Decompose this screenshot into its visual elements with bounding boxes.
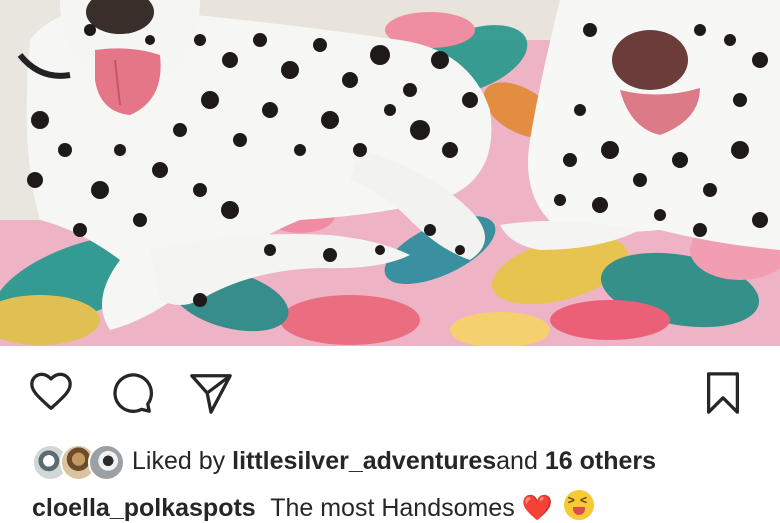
- heart-outline-icon: [30, 372, 72, 410]
- caption-username-link[interactable]: cloella_polkaspots: [32, 494, 256, 522]
- liker-avatars: [32, 442, 125, 481]
- likes-summary[interactable]: Liked by littlesilver_adventures and 16 …: [32, 440, 656, 482]
- liker-username-link[interactable]: littlesilver_adventures: [232, 447, 496, 476]
- caption-text: The most Handsomes: [270, 494, 515, 522]
- post-action-bar: [0, 346, 780, 438]
- post-caption: cloella_polkaspots The most Handsomes ❤️: [32, 490, 594, 523]
- avatar: [88, 444, 125, 481]
- liked-by-label: Liked by: [132, 446, 226, 475]
- comment-bubble-icon: [113, 373, 153, 413]
- save-button[interactable]: [700, 370, 746, 416]
- like-button[interactable]: [28, 370, 74, 416]
- paper-plane-icon: [190, 374, 232, 414]
- bookmark-icon: [706, 372, 740, 414]
- dalmatians-photo-illustration: [0, 0, 780, 346]
- post-photo[interactable]: [0, 0, 780, 346]
- share-button[interactable]: [188, 370, 234, 416]
- red-heart-emoji: ❤️: [521, 493, 553, 522]
- others-count-link[interactable]: 16 others: [545, 447, 656, 476]
- and-label: and: [496, 446, 538, 475]
- comment-button[interactable]: [108, 370, 154, 416]
- squinting-tongue-face-emoji: [563, 490, 594, 520]
